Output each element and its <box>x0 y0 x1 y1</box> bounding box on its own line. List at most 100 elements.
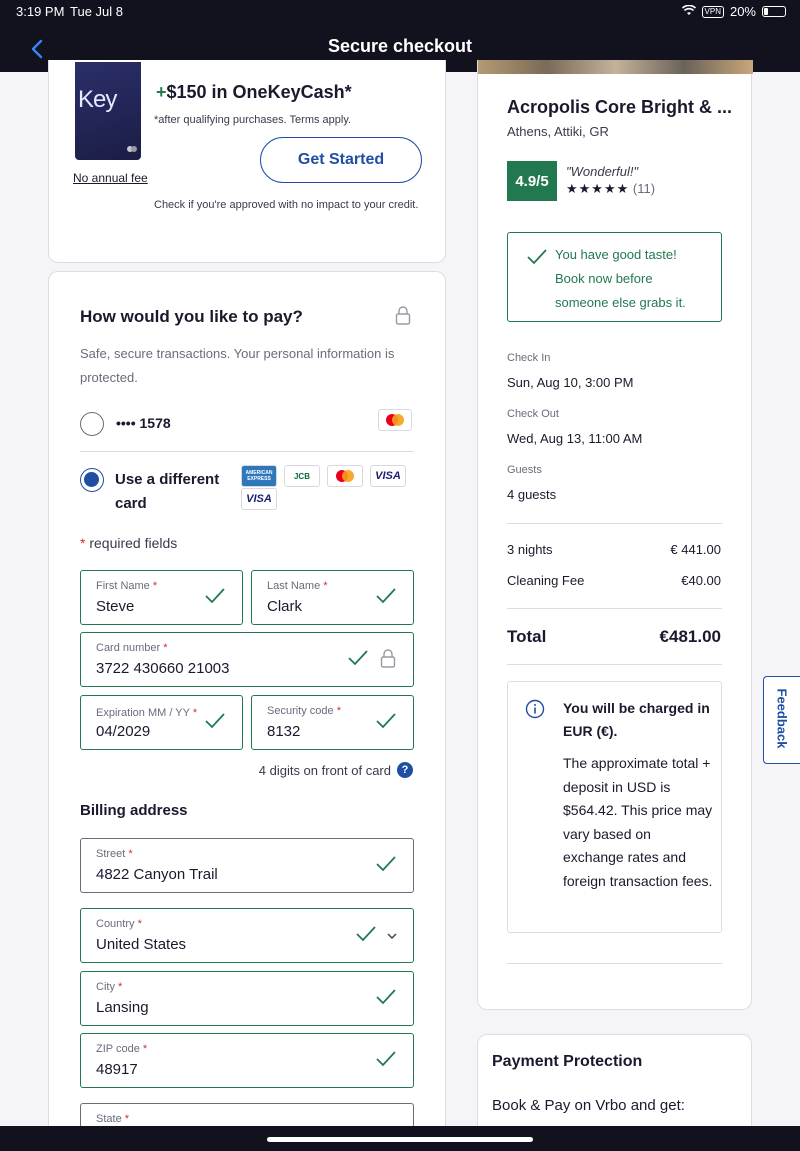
rating-stars: ★★★★★ (11) <box>566 181 655 197</box>
street-label: Street <box>96 848 126 860</box>
feedback-label: Feedback <box>774 688 790 749</box>
saved-card-option[interactable]: •••• 1578 <box>80 407 414 451</box>
stars-icon: ★★★★★ <box>566 181 630 196</box>
visa-logo-blue: VISA <box>241 488 277 510</box>
check-icon <box>376 856 396 872</box>
first-name-value: Steve <box>96 598 135 615</box>
state-label: State <box>96 1113 122 1125</box>
status-date: Tue Jul 8 <box>70 4 123 19</box>
cashback-text: $150 in OneKeyCash* <box>166 82 352 102</box>
check-icon <box>348 650 368 666</box>
cashback-terms: *after qualifying purchases. Terms apply… <box>154 114 352 126</box>
card-number-label: Card number <box>96 642 161 654</box>
check-icon <box>205 588 225 604</box>
zip-value: 48917 <box>96 1061 138 1078</box>
rating-text: "Wonderful!" <box>566 164 639 179</box>
last-name-field[interactable]: Last Name * Clark <box>251 570 414 625</box>
total-label: Total <box>507 627 547 646</box>
visa-logo: VISA <box>370 465 406 487</box>
city-field[interactable]: City * Lansing <box>80 971 414 1026</box>
security-code-field[interactable]: Security code * 8132 <box>251 695 414 750</box>
info-icon <box>525 699 545 719</box>
home-indicator[interactable] <box>267 1137 533 1142</box>
card-brand-text: Key <box>78 86 117 113</box>
checkout-value: Wed, Aug 13, 11:00 AM <box>507 431 643 446</box>
divider <box>80 451 414 452</box>
divider <box>507 963 722 964</box>
rating-badge: 4.9/5 <box>507 161 557 201</box>
checkin-value: Sun, Aug 10, 3:00 PM <box>507 375 634 390</box>
billing-heading: Billing address <box>80 802 188 819</box>
promo-card: Key No annual fee +$150 in OneKeyCash* *… <box>48 60 446 263</box>
street-field[interactable]: Street * 4822 Canyon Trail <box>80 838 414 893</box>
feedback-tab[interactable]: Feedback <box>763 676 800 764</box>
status-bar: 3:19 PM Tue Jul 8 VPN 20% <box>0 0 800 24</box>
checkout-label: Check Out <box>507 408 559 420</box>
booking-summary-card: Acropolis Core Bright & ... Athens, Atti… <box>477 60 753 1010</box>
security-code-label: Security code <box>267 705 334 717</box>
required-note: * required fields <box>80 535 177 551</box>
different-card-label: Use a different card <box>115 471 220 512</box>
country-select[interactable]: Country * United States <box>80 908 414 963</box>
battery-icon <box>762 6 786 17</box>
protection-body: Book & Pay on Vrbo and get: <box>492 1097 685 1114</box>
jcb-logo: JCB <box>284 465 320 487</box>
lock-icon <box>395 306 411 331</box>
cleaning-label: Cleaning Fee <box>507 573 585 588</box>
expiration-field[interactable]: Expiration MM / YY * 04/2029 <box>80 695 243 750</box>
saved-card-number: •••• 1578 <box>116 415 171 431</box>
currency-notice: You will be charged in EUR (€). The appr… <box>507 681 722 933</box>
cleaning-price: €40.00 <box>681 573 721 588</box>
street-value: 4822 Canyon Trail <box>96 866 218 883</box>
first-name-label: First Name <box>96 580 150 592</box>
payment-subtext: Safe, secure transactions. Your personal… <box>80 346 395 385</box>
cashback-plus: + <box>156 82 167 102</box>
zip-label: ZIP code <box>96 1043 140 1055</box>
status-time: 3:19 PM <box>16 4 65 19</box>
check-icon <box>205 713 225 729</box>
cvv-hint: 4 digits on front of card ? <box>259 762 413 778</box>
expiration-label: Expiration MM / YY <box>96 707 190 719</box>
battery-percent: 20% <box>729 4 756 19</box>
property-name: Acropolis Core Bright & ... <box>507 97 733 117</box>
review-count[interactable]: (11) <box>633 181 655 196</box>
mastercard-logo <box>327 465 363 487</box>
home-bar <box>0 1126 800 1151</box>
guests-label: Guests <box>507 464 542 476</box>
property-image-strip <box>478 60 753 74</box>
status-right: VPN 20% <box>681 4 786 19</box>
nights-label: 3 nights <box>507 542 553 557</box>
first-name-field[interactable]: First Name * Steve <box>80 570 243 625</box>
vpn-badge: VPN <box>701 5 724 18</box>
check-icon <box>356 926 376 942</box>
check-icon <box>376 713 396 729</box>
no-annual-fee[interactable]: No annual fee <box>73 171 148 185</box>
city-value: Lansing <box>96 999 149 1016</box>
good-taste-box: You have good taste! Book now before som… <box>507 232 722 322</box>
saved-card-radio[interactable] <box>80 412 104 436</box>
card-number-value: 3722 430660 21003 <box>96 660 230 677</box>
city-label: City <box>96 981 115 993</box>
country-value: United States <box>96 936 187 953</box>
check-icon <box>376 588 396 604</box>
nights-price: € 441.00 <box>670 542 721 557</box>
help-icon[interactable]: ? <box>397 762 413 778</box>
card-number-field[interactable]: Card number * 3722 430660 21003 <box>80 632 414 687</box>
last-name-value: Clark <box>267 598 303 615</box>
property-location: Athens, Attiki, GR <box>507 124 609 139</box>
wifi-icon <box>681 4 696 19</box>
expiration-value: 04/2029 <box>96 723 151 740</box>
required-asterisk: * <box>80 535 86 551</box>
cashback-offer: +$150 in OneKeyCash* <box>156 82 352 103</box>
divider <box>507 608 722 609</box>
different-card-radio[interactable] <box>80 468 104 492</box>
protection-heading: Payment Protection <box>492 1053 643 1070</box>
zip-field[interactable]: ZIP code * 48917 <box>80 1033 414 1088</box>
credit-card-image: Key <box>75 62 141 160</box>
get-started-button[interactable]: Get Started <box>260 137 422 183</box>
required-note-text: required fields <box>89 535 178 551</box>
last-name-label: Last Name <box>267 580 321 592</box>
page-title: Secure checkout <box>327 36 473 56</box>
country-label: Country <box>96 918 135 930</box>
security-code-value: 8132 <box>267 723 301 740</box>
